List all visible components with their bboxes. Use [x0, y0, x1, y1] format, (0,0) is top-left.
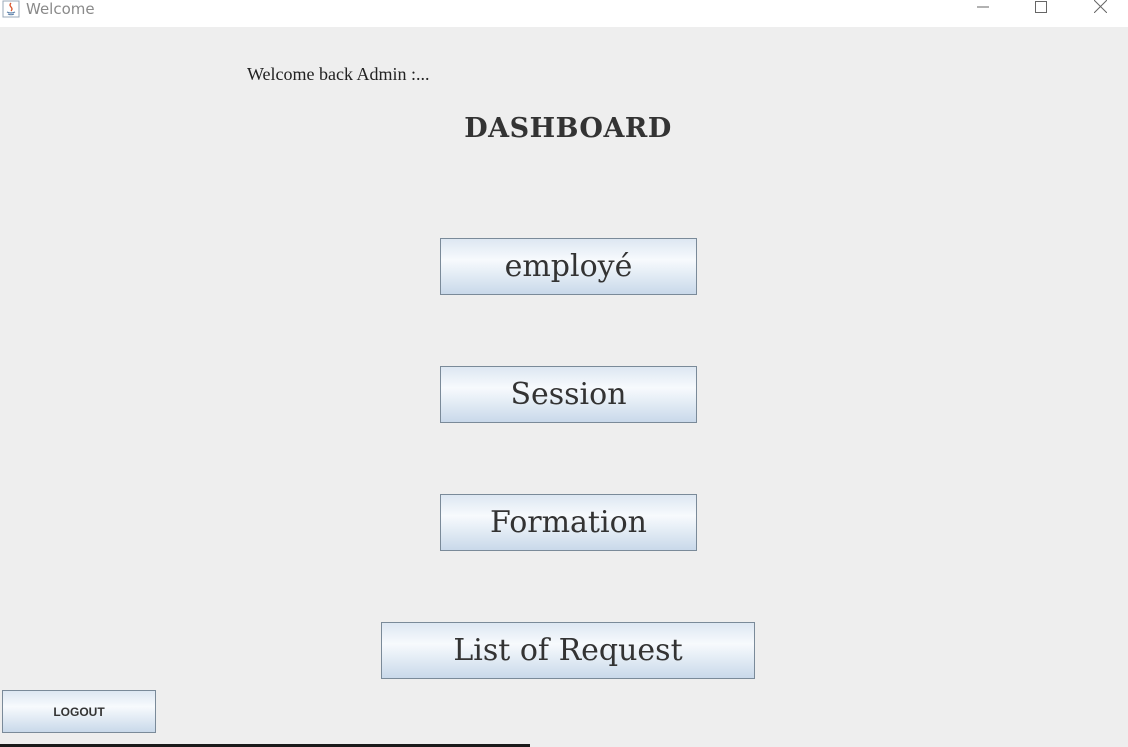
minimize-button[interactable]: [960, 0, 1006, 18]
welcome-window: Welcome Welcome back Admin :... DASHBOAR…: [0, 0, 1128, 747]
maximize-icon: [1035, 0, 1047, 18]
list-of-request-button[interactable]: List of Request: [381, 622, 755, 679]
formation-button[interactable]: Formation: [440, 494, 697, 551]
session-button[interactable]: Session: [440, 366, 697, 423]
window-title: Welcome: [26, 0, 95, 18]
java-icon: [2, 0, 20, 18]
title-bar: Welcome: [0, 0, 1128, 27]
minimize-icon: [977, 0, 989, 18]
maximize-button[interactable]: [1018, 0, 1064, 18]
employe-button[interactable]: employé: [440, 238, 697, 295]
page-title: DASHBOARD: [464, 113, 672, 144]
close-icon: [1093, 0, 1107, 18]
welcome-message: Welcome back Admin :...: [247, 64, 430, 84]
logout-button[interactable]: LOGOUT: [2, 690, 156, 733]
close-button[interactable]: [1077, 0, 1123, 18]
